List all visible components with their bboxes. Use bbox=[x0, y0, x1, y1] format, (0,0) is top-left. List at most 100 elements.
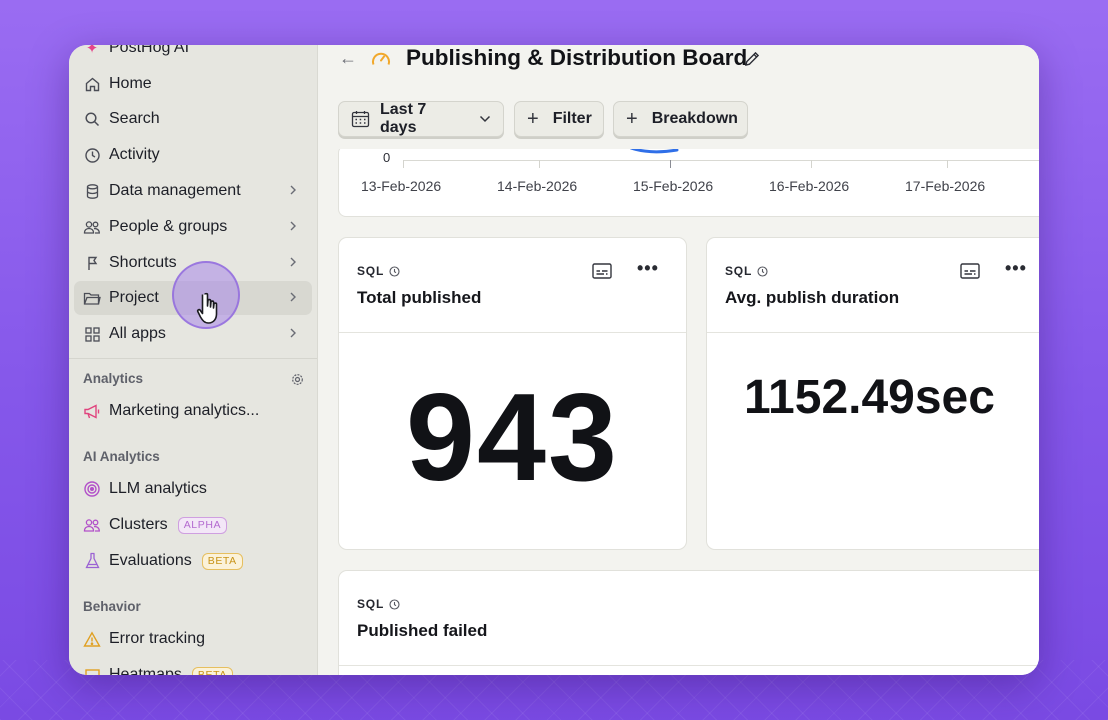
sidebar-item-label: LLM analytics bbox=[109, 480, 207, 497]
filter-button[interactable]: + Filter bbox=[514, 101, 604, 137]
heatmap-icon bbox=[83, 666, 101, 675]
plus-icon: + bbox=[527, 107, 539, 130]
sidebar-item-label: Evaluations bbox=[109, 552, 192, 569]
sidebar-item-activity[interactable]: Activity bbox=[74, 138, 312, 172]
sidebar-item-home[interactable]: Home bbox=[74, 67, 312, 101]
warning-icon bbox=[83, 630, 101, 648]
filter-label: Filter bbox=[552, 110, 592, 127]
plus-icon: + bbox=[626, 107, 638, 130]
x-tick bbox=[539, 160, 540, 168]
pencil-icon[interactable] bbox=[743, 50, 761, 68]
x-tick bbox=[947, 160, 948, 168]
sidebar-item-llm-analytics[interactable]: LLM analytics bbox=[74, 472, 312, 506]
sidebar-item-error-tracking[interactable]: Error tracking bbox=[74, 622, 312, 656]
sidebar-item-heatmaps[interactable]: Heatmaps BETA bbox=[74, 658, 312, 675]
date-range-label: Last 7 days bbox=[380, 101, 427, 136]
insight-card-avg-publish-duration: SQL ••• Avg. publish duration 1152.49sec bbox=[706, 237, 1039, 550]
alpha-badge: ALPHA bbox=[177, 516, 228, 534]
clock-icon bbox=[389, 265, 400, 277]
date-range-button[interactable]: Last 7 days bbox=[338, 101, 504, 137]
sidebar-item-label: Clusters bbox=[109, 516, 168, 533]
sidebar-item-label: Error tracking bbox=[109, 630, 206, 647]
chevron-right-icon bbox=[288, 325, 298, 346]
x-axis-line bbox=[403, 160, 1039, 161]
trend-chart-card: 0 13-Feb-2026 14-Feb-2026 15-Feb-2026 16… bbox=[338, 145, 1039, 217]
card-header: SQL ••• Avg. publish duration bbox=[707, 238, 1039, 333]
breakdown-button[interactable]: + Breakdown bbox=[613, 101, 748, 137]
sidebar-item-label: Shortcuts bbox=[109, 254, 177, 271]
subtitles-icon[interactable] bbox=[959, 262, 981, 280]
beta-badge: BETA bbox=[201, 552, 243, 570]
sidebar-item-label: Search bbox=[109, 110, 160, 127]
search-icon bbox=[83, 110, 101, 128]
apps-icon bbox=[83, 325, 101, 343]
dashboard-header: ← Publishing & Distribution Board Last 7… bbox=[319, 45, 1039, 149]
megaphone-icon bbox=[83, 402, 101, 420]
people-icon bbox=[83, 218, 101, 236]
more-options-icon[interactable]: ••• bbox=[637, 258, 659, 279]
sidebar-item-label: Project bbox=[109, 289, 159, 306]
sidebar-item-label: Heatmaps bbox=[109, 666, 182, 675]
clock-icon bbox=[757, 265, 768, 277]
sidebar-item-posthog-ai[interactable]: ✦ PostHog AI bbox=[74, 45, 312, 65]
sidebar-item-label: People & groups bbox=[109, 218, 228, 235]
sidebar-item-data-management[interactable]: Data management bbox=[74, 174, 312, 208]
folder-icon bbox=[83, 289, 101, 307]
page-title: Publishing & Distribution Board bbox=[406, 45, 748, 70]
x-tick bbox=[811, 160, 812, 168]
sql-badge: SQL bbox=[357, 597, 400, 611]
sidebar-item-label: All apps bbox=[109, 325, 166, 342]
database-icon bbox=[83, 182, 101, 200]
app-window: ✦ PostHog AI Home Search Activity Data m… bbox=[69, 45, 1039, 675]
sidebar-item-people-groups[interactable]: People & groups bbox=[74, 210, 312, 244]
clock-icon bbox=[389, 598, 400, 610]
card-header: SQL ••• Total published bbox=[339, 238, 686, 333]
section-title-behavior: Behavior bbox=[83, 599, 141, 614]
sidebar-item-label: Activity bbox=[109, 146, 160, 163]
section-title-analytics: Analytics bbox=[83, 371, 144, 386]
x-tick-label: 15-Feb-2026 bbox=[633, 178, 714, 194]
dashboard-gauge-icon bbox=[370, 49, 392, 71]
sidebar-item-label: Marketing analytics... bbox=[109, 402, 260, 419]
sidebar-item-label: PostHog AI bbox=[109, 45, 190, 56]
more-options-icon[interactable]: ••• bbox=[1005, 258, 1027, 279]
sidebar-item-search[interactable]: Search bbox=[74, 102, 312, 136]
chevron-right-icon bbox=[288, 254, 298, 275]
sidebar: ✦ PostHog AI Home Search Activity Data m… bbox=[69, 45, 318, 675]
card-title: Avg. publish duration bbox=[725, 288, 900, 307]
back-arrow-icon[interactable]: ← bbox=[339, 48, 357, 69]
hand-cursor-icon bbox=[196, 292, 224, 326]
insight-card-published-failed: SQL Published failed bbox=[338, 570, 1039, 675]
sql-badge: SQL bbox=[725, 264, 768, 278]
sidebar-item-clusters[interactable]: Clusters ALPHA bbox=[74, 508, 312, 542]
chevron-right-icon bbox=[288, 218, 298, 239]
x-tick bbox=[670, 160, 671, 168]
home-icon bbox=[83, 75, 101, 93]
sidebar-item-evaluations[interactable]: Evaluations BETA bbox=[74, 544, 312, 578]
metric-value: 1152.49sec bbox=[744, 371, 995, 424]
sidebar-item-marketing-analytics[interactable]: Marketing analytics... bbox=[74, 394, 312, 428]
sql-label: SQL bbox=[357, 264, 385, 278]
beta-badge: BETA bbox=[191, 666, 233, 675]
x-tick-label: 13-Feb-2026 bbox=[361, 178, 442, 194]
main-content: ← Publishing & Distribution Board Last 7… bbox=[319, 45, 1039, 675]
sql-badge: SQL bbox=[357, 264, 400, 278]
x-tick bbox=[403, 160, 404, 168]
divider bbox=[69, 358, 317, 359]
y-axis-zero-label: 0 bbox=[383, 150, 391, 165]
flask-icon bbox=[83, 552, 101, 570]
sql-label: SQL bbox=[357, 597, 385, 611]
insight-card-total-published: SQL ••• Total published 943 bbox=[338, 237, 687, 550]
card-title: Total published bbox=[357, 288, 482, 307]
chevron-right-icon bbox=[288, 182, 298, 203]
subtitles-icon[interactable] bbox=[591, 262, 613, 280]
clusters-icon bbox=[83, 516, 101, 534]
metric-value: 943 bbox=[406, 369, 619, 507]
sidebar-item-label: Data management bbox=[109, 182, 241, 199]
clock-icon bbox=[83, 146, 101, 164]
chevron-right-icon bbox=[288, 289, 298, 310]
sidebar-item-label: Home bbox=[109, 75, 152, 92]
breakdown-label: Breakdown bbox=[651, 110, 738, 127]
gear-icon[interactable] bbox=[291, 373, 304, 391]
card-header: SQL Published failed bbox=[339, 571, 1039, 666]
